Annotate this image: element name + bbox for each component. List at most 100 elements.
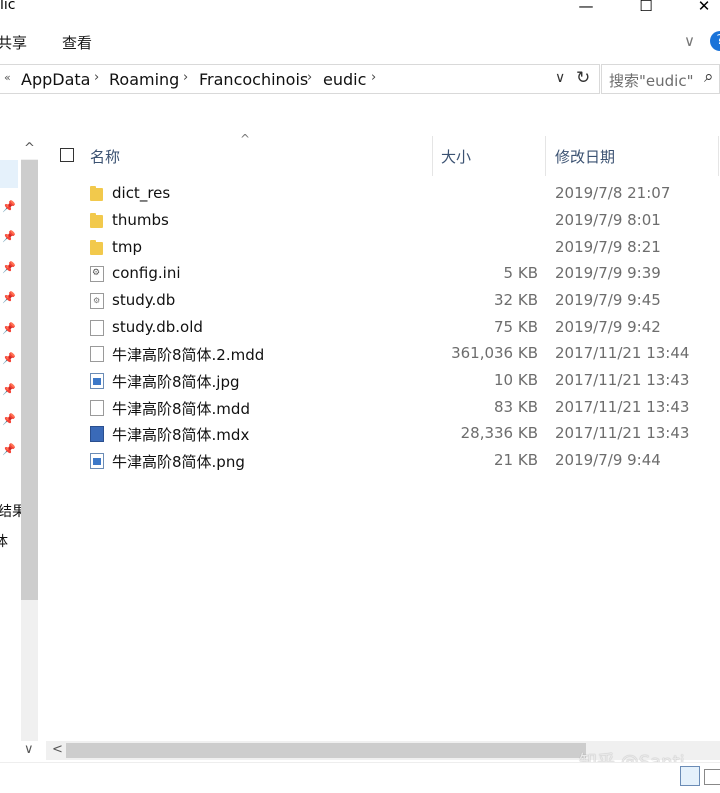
image-file-icon xyxy=(90,453,104,469)
address-bar[interactable]: « AppData › Roaming › Francochinois › eu… xyxy=(0,64,600,94)
folder-icon xyxy=(90,213,103,228)
file-modified-date: 2019/7/9 8:21 xyxy=(555,238,661,256)
file-name[interactable]: study.db.old xyxy=(112,318,203,336)
file-name[interactable]: 牛津高阶8简体.png xyxy=(112,451,245,472)
pin-icon: 📌 xyxy=(2,230,16,243)
nav-selected-item[interactable] xyxy=(0,160,18,188)
file-size: 5 KB xyxy=(503,264,538,282)
refresh-icon[interactable]: ↻ xyxy=(576,68,590,88)
file-name[interactable]: dict_res xyxy=(112,184,170,202)
file-row[interactable]: 牛津高阶8简体.mdd 83 KB 2017/11/21 13:43 xyxy=(47,395,717,422)
column-divider[interactable] xyxy=(545,136,546,176)
file-size: 32 KB xyxy=(494,291,538,309)
column-divider[interactable] xyxy=(432,136,433,176)
image-file-icon xyxy=(90,373,104,389)
close-button[interactable]: ✕ xyxy=(684,0,720,19)
file-size: 361,036 KB xyxy=(451,344,538,362)
file-row[interactable]: dict_res 2019/7/8 21:07 xyxy=(47,181,717,208)
pin-icon: 📌 xyxy=(2,261,16,274)
file-modified-date: 2019/7/9 9:45 xyxy=(555,291,661,309)
file-row[interactable]: 牛津高阶8简体.jpg 10 KB 2017/11/21 13:43 xyxy=(47,368,717,395)
file-name[interactable]: 牛津高阶8简体.2.mdd xyxy=(112,344,264,365)
large-icons-view-icon[interactable] xyxy=(704,769,720,785)
breadcrumb-francochinois[interactable]: Francochinois xyxy=(199,70,308,89)
file-size: 10 KB xyxy=(494,371,538,389)
horizontal-scrollbar-thumb[interactable] xyxy=(66,743,586,758)
chevron-right-icon[interactable]: › xyxy=(371,70,376,85)
pin-icon: 📌 xyxy=(2,200,16,213)
minimize-button[interactable]: — xyxy=(566,0,606,19)
file-modified-date: 2019/7/9 9:44 xyxy=(555,451,661,469)
file-size: 21 KB xyxy=(494,451,538,469)
maximize-button[interactable]: ☐ xyxy=(626,0,666,19)
file-size: 83 KB xyxy=(494,398,538,416)
file-icon xyxy=(90,320,104,336)
pin-icon: 📌 xyxy=(2,322,16,335)
nav-scroll-down-icon[interactable]: ∨ xyxy=(24,742,34,757)
folder-icon xyxy=(90,186,103,201)
nav-item-label[interactable]: 体 xyxy=(0,531,8,551)
file-row[interactable]: 牛津高阶8简体.png 21 KB 2019/7/9 9:44 xyxy=(47,448,717,475)
file-modified-date: 2017/11/21 13:43 xyxy=(555,371,690,389)
nav-scrollbar-thumb[interactable] xyxy=(21,160,38,600)
file-icon xyxy=(90,346,104,362)
overflow-icon[interactable]: « xyxy=(4,71,11,84)
file-modified-date: 2017/11/21 13:43 xyxy=(555,398,690,416)
column-header-size[interactable]: 大小 xyxy=(441,146,471,167)
file-row[interactable]: study.db 32 KB 2019/7/9 9:45 xyxy=(47,288,717,315)
file-row[interactable]: config.ini 5 KB 2019/7/9 9:39 xyxy=(47,261,717,288)
select-all-checkbox[interactable] xyxy=(60,148,74,162)
dictionary-file-icon xyxy=(90,426,104,442)
sort-ascending-icon: ^ xyxy=(240,132,251,146)
search-icon[interactable]: ⌕ xyxy=(704,67,714,87)
file-row[interactable]: 牛津高阶8简体.mdx 28,336 KB 2017/11/21 13:43 xyxy=(47,421,717,448)
breadcrumb-eudic[interactable]: eudic xyxy=(323,70,366,89)
file-size: 75 KB xyxy=(494,318,538,336)
details-view-icon[interactable] xyxy=(680,766,700,786)
column-header-name[interactable]: 名称 xyxy=(90,146,120,167)
search-input[interactable]: 搜索"eudic" ⌕ xyxy=(601,64,720,94)
address-dropdown-icon[interactable]: ∨ xyxy=(555,70,565,86)
window-title: lic xyxy=(0,0,16,13)
pin-icon: 📌 xyxy=(2,352,16,365)
breadcrumb-roaming[interactable]: Roaming xyxy=(109,70,179,89)
database-file-icon xyxy=(90,293,104,309)
chevron-right-icon[interactable]: › xyxy=(183,70,188,85)
tab-view[interactable]: 查看 xyxy=(62,32,92,53)
ribbon-tabs: 共享 查看 ∨ ? xyxy=(0,28,720,56)
file-size: 28,336 KB xyxy=(460,424,538,442)
ribbon-expand-icon[interactable]: ∨ xyxy=(684,32,695,50)
pin-icon: 📌 xyxy=(2,383,16,396)
file-icon xyxy=(90,400,104,416)
file-name[interactable]: 牛津高阶8简体.jpg xyxy=(112,371,240,392)
column-divider[interactable] xyxy=(718,136,719,176)
file-name[interactable]: thumbs xyxy=(112,211,169,229)
file-name[interactable]: 牛津高阶8简体.mdd xyxy=(112,398,250,419)
folder-icon xyxy=(90,240,103,255)
search-placeholder: 搜索"eudic" xyxy=(609,72,694,90)
file-modified-date: 2019/7/9 9:39 xyxy=(555,264,661,282)
file-row[interactable]: tmp 2019/7/9 8:21 xyxy=(47,235,717,262)
settings-file-icon xyxy=(90,266,104,282)
file-row[interactable]: thumbs 2019/7/9 8:01 xyxy=(47,208,717,235)
file-name[interactable]: config.ini xyxy=(112,264,181,282)
file-name[interactable]: study.db xyxy=(112,291,175,309)
file-name[interactable]: 牛津高阶8简体.mdx xyxy=(112,424,249,445)
column-header-modified[interactable]: 修改日期 xyxy=(555,146,615,167)
breadcrumb-appdata[interactable]: AppData xyxy=(21,70,90,89)
pin-icon: 📌 xyxy=(2,413,16,426)
chevron-right-icon[interactable]: › xyxy=(307,70,312,85)
file-modified-date: 2017/11/21 13:43 xyxy=(555,424,690,442)
file-row[interactable]: 牛津高阶8简体.2.mdd 361,036 KB 2017/11/21 13:44 xyxy=(47,341,717,368)
file-name[interactable]: tmp xyxy=(112,238,142,256)
nav-scroll-up-icon[interactable]: ^ xyxy=(24,141,35,156)
file-modified-date: 2019/7/9 8:01 xyxy=(555,211,661,229)
file-row[interactable]: study.db.old 75 KB 2019/7/9 9:42 xyxy=(47,315,717,342)
tab-share[interactable]: 共享 xyxy=(0,32,27,53)
scroll-left-icon[interactable]: < xyxy=(52,742,63,757)
file-modified-date: 2019/7/9 9:42 xyxy=(555,318,661,336)
chevron-right-icon[interactable]: › xyxy=(94,70,99,85)
file-modified-date: 2017/11/21 13:44 xyxy=(555,344,690,362)
help-icon[interactable]: ? xyxy=(710,31,720,51)
file-modified-date: 2019/7/8 21:07 xyxy=(555,184,671,202)
